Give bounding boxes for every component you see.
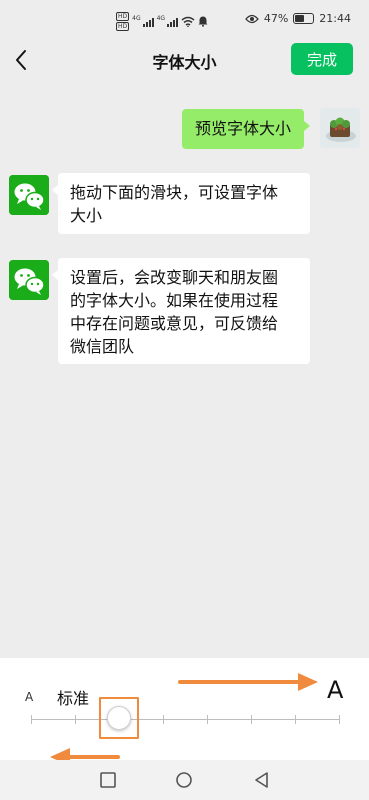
wechat-team-avatar [9, 175, 49, 215]
chat-message-bubble: 拖动下面的滑块，可设置字体 大小 [52, 173, 310, 234]
user-avatar-image [320, 108, 360, 148]
status-right-group: 47% 21:44 [244, 12, 351, 25]
slider-tick [207, 715, 208, 724]
back-triangle-icon [255, 772, 268, 788]
eye-icon [244, 14, 259, 23]
status-bar: HD HD 4G 4G 47% 21:44 [0, 0, 369, 40]
clock: 21:44 [319, 12, 351, 25]
small-font-label: A [25, 690, 34, 704]
chat-message-line: 拖动下面的滑块，可设置字体 [70, 183, 279, 202]
wechat-logo-icon [9, 260, 49, 300]
chat-message-line: 大小 [70, 206, 103, 225]
home-button[interactable] [174, 770, 194, 790]
chat-message-line: 中存在问题或意见，可反馈给 [70, 314, 279, 333]
battery-icon [293, 13, 315, 24]
chat-message-line: 微信团队 [70, 337, 135, 356]
wechat-team-avatar [9, 260, 49, 300]
slider-tick [75, 715, 76, 724]
wechat-logo-icon [9, 175, 49, 215]
recent-apps-button[interactable] [98, 770, 118, 790]
chat-message-line: 设置后，会改变聊天和朋友圈 [70, 268, 279, 287]
battery-fill [295, 15, 305, 22]
slider-thumb[interactable] [107, 706, 131, 730]
chat-message-line: 的字体大小。如果在使用过程 [70, 291, 279, 310]
arrow-right-annotation [178, 673, 318, 691]
slider-tick [339, 715, 340, 724]
notification-bell-icon [198, 16, 208, 27]
avatar [320, 108, 360, 148]
home-icon [176, 772, 192, 788]
slider-tick [31, 715, 32, 724]
preview-message-text: 预览字体大小 [195, 119, 292, 138]
slider-tick [251, 715, 252, 724]
preview-message-bubble: 预览字体大小 [182, 109, 311, 149]
battery-percent: 47% [263, 12, 289, 25]
wifi-icon [181, 16, 195, 27]
status-left-group: HD HD 4G 4G [116, 10, 208, 32]
chat-message-bubble: 设置后，会改变聊天和朋友圈 的字体大小。如果在使用过程 中存在问题或意见，可反馈… [52, 258, 310, 364]
signal-icon: 4G [132, 15, 154, 27]
large-font-label: A [327, 676, 344, 704]
font-size-slider[interactable] [31, 715, 340, 724]
signal-icon: 4G [157, 15, 179, 27]
system-nav-bar [0, 760, 369, 800]
system-back-button[interactable] [252, 770, 272, 790]
current-size-label: 标准 [57, 689, 90, 708]
slider-tick [163, 715, 164, 724]
slider-tick [295, 715, 296, 724]
nav-bar: 字体大小 完成 [0, 40, 369, 80]
done-button[interactable]: 完成 [291, 43, 353, 75]
hd-icon: HD HD [116, 11, 130, 31]
recent-apps-icon [100, 772, 116, 788]
